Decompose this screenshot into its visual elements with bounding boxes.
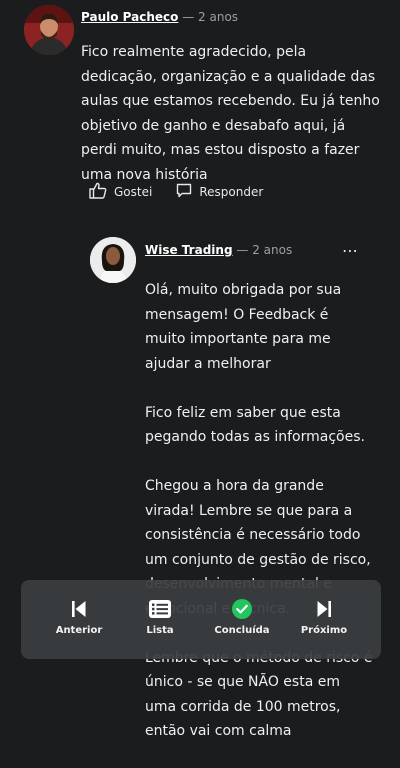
reply-paragraph: Olá, muito obrigada por sua mensagem! O … <box>145 282 342 372</box>
reply-label: Responder <box>199 185 264 199</box>
comment-text: Fico realmente agradecido, pela dedicaçã… <box>81 44 380 183</box>
avatar[interactable] <box>24 5 74 55</box>
complete-button[interactable]: Concluída <box>202 598 282 636</box>
thumbs-up-icon <box>89 182 107 202</box>
lesson-navigation-bar: Anterior Lista Concluída Próximo <box>21 580 381 659</box>
comment-meta: Paulo Pacheco — 2 anos <box>81 10 238 24</box>
meta-separator: — <box>236 243 253 257</box>
list-label: Lista <box>146 625 174 636</box>
comment-author[interactable]: Paulo Pacheco <box>81 10 178 24</box>
speech-bubble-icon <box>176 183 192 201</box>
skip-next-icon <box>284 598 364 620</box>
next-label: Próximo <box>300 625 348 636</box>
list-button[interactable]: Lista <box>120 598 200 636</box>
skip-previous-icon <box>39 598 119 620</box>
complete-label: Concluída <box>214 625 270 636</box>
reply-time: 2 anos <box>252 243 293 257</box>
list-icon <box>120 598 200 620</box>
like-button[interactable]: Gostei <box>89 182 152 202</box>
reply-paragraph: Fico feliz em saber que esta pegando tod… <box>145 404 365 446</box>
reply-paragraph: Lembre que o método de risco é único - s… <box>145 650 372 740</box>
previous-label: Anterior <box>55 625 103 636</box>
comment-actions: Gostei Responder <box>89 182 263 202</box>
previous-button[interactable]: Anterior <box>39 598 119 636</box>
reply-author[interactable]: Wise Trading <box>145 243 233 257</box>
next-button[interactable]: Próximo <box>284 598 364 636</box>
reply-meta: Wise Trading — 2 anos <box>145 243 292 257</box>
more-options-icon[interactable]: ⋯ <box>342 241 359 260</box>
check-circle-icon <box>202 598 282 620</box>
like-label: Gostei <box>114 185 153 199</box>
reply-avatar[interactable] <box>90 237 136 283</box>
reply-button[interactable]: Responder <box>176 182 263 202</box>
comment-time: 2 anos <box>198 10 239 24</box>
meta-separator: — <box>182 10 199 24</box>
reply-text: Olá, muito obrigada por sua mensagem! O … <box>145 278 373 768</box>
